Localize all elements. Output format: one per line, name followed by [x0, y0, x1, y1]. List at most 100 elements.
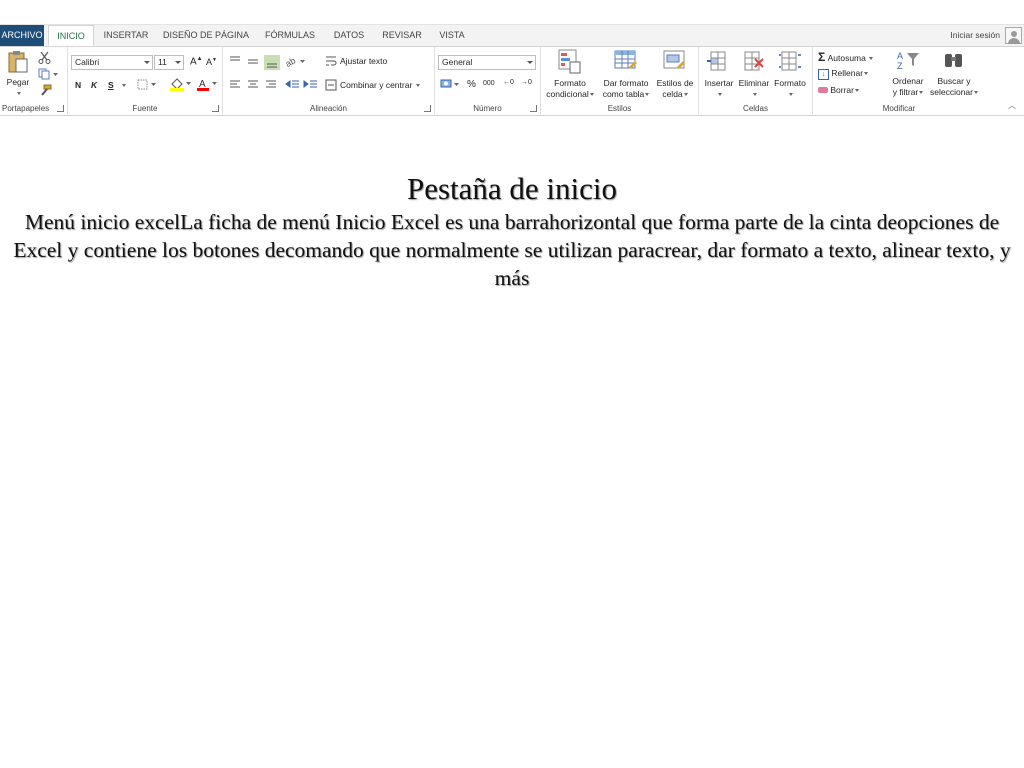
paste-label: Pegar [6, 77, 30, 87]
paste-button[interactable]: Pegar [3, 50, 33, 96]
chevron-down-icon [788, 93, 793, 97]
font-size-select[interactable]: 11 [154, 55, 184, 70]
currency-icon[interactable] [440, 78, 460, 90]
chevron-down-icon [864, 72, 869, 76]
sort-filter-button[interactable]: AZ Ordenar y filtrar [887, 49, 929, 98]
fill-label: Rellenar [831, 68, 864, 78]
group-label-cells: Celdas [743, 104, 768, 113]
fill-button[interactable]: ↓ Rellenar [818, 68, 869, 80]
chevron-down-icon [683, 93, 688, 97]
tab-archivo[interactable]: ARCHIVO [0, 25, 44, 46]
chevron-down-icon [589, 93, 594, 97]
group-label-font: Fuente [132, 104, 158, 113]
sort-filter-label-2: y filtrar [892, 87, 919, 97]
chevron-down-icon [869, 57, 874, 61]
alignment-launcher-icon[interactable] [424, 105, 431, 112]
grow-font-icon[interactable]: A▲ [190, 56, 203, 67]
sort-filter-label-1: Ordenar [892, 76, 924, 86]
ribbon: ARCHIVO INICIO INSERTAR DISEÑO DE PÁGINA… [0, 24, 1024, 116]
orientation-icon[interactable]: ab [286, 55, 306, 67]
find-select-label-2: seleccionar [930, 87, 973, 97]
slide-content: Pestaña de inicio Menú inicio excelLa fi… [0, 170, 1024, 292]
group-font: Calibri 11 A▲ A▼ N K S A Fuente [68, 47, 223, 114]
chevron-down-icon [175, 61, 181, 64]
chevron-down-icon [415, 84, 420, 88]
group-clipboard: Pegar Portapapeles [0, 47, 68, 114]
sign-in-link[interactable]: Iniciar sesión [950, 25, 1000, 46]
shrink-font-icon[interactable]: A▼ [206, 57, 217, 67]
user-avatar-icon[interactable] [1005, 27, 1022, 44]
chevron-down-icon [855, 89, 859, 93]
format-cells-button[interactable]: Formato [772, 49, 808, 100]
tab-formulas[interactable]: FÓRMULAS [258, 25, 322, 46]
number-format-select[interactable]: General [438, 55, 536, 70]
conditional-format-icon [558, 49, 581, 74]
merge-center-icon [325, 79, 337, 91]
group-label-alignment: Alineación [310, 104, 347, 113]
bold-button[interactable]: N [75, 80, 81, 90]
sigma-icon: Σ [818, 50, 826, 64]
chevron-down-icon [645, 93, 650, 97]
underline-button[interactable]: S [108, 80, 114, 90]
percent-button[interactable]: % [467, 79, 476, 90]
conditional-format-label-1: Formato [554, 78, 586, 88]
group-cells: Insertar Eliminar Formato Celdas [699, 47, 813, 114]
autosum-button[interactable]: Σ Autosuma [818, 50, 874, 64]
chevron-down-icon [144, 61, 150, 64]
fill-down-icon: ↓ [818, 69, 829, 80]
thousands-button[interactable]: 000 [483, 80, 495, 87]
borders-icon[interactable] [137, 79, 157, 90]
font-color-icon[interactable]: A [196, 77, 218, 91]
tab-revisar[interactable]: REVISAR [378, 25, 426, 46]
tab-inicio[interactable]: INICIO [48, 25, 94, 46]
font-name-value: Calibri [75, 57, 100, 67]
format-as-table-button[interactable]: Dar formato como tabla [599, 49, 653, 100]
number-launcher-icon[interactable] [530, 105, 537, 112]
insert-cells-button[interactable]: Insertar [701, 49, 737, 100]
delete-cells-button[interactable]: Eliminar [736, 49, 772, 100]
chevron-down-icon[interactable] [122, 84, 126, 87]
merge-center-button[interactable]: Combinar y centrar [340, 80, 420, 90]
group-number: General % 000 ←0 →0 Número [435, 47, 541, 114]
tab-insertar[interactable]: INSERTAR [98, 25, 154, 46]
cell-styles-label-1: Estilos de [656, 78, 694, 88]
font-name-select[interactable]: Calibri [71, 55, 153, 70]
format-as-table-label-2: como tabla [602, 89, 645, 99]
wrap-text-button[interactable]: Ajustar texto [340, 56, 387, 66]
cell-styles-button[interactable]: Estilos de celda [653, 49, 697, 100]
clear-button[interactable]: Borrar [818, 85, 859, 95]
font-launcher-icon[interactable] [212, 105, 219, 112]
delete-cells-label: Eliminar [738, 78, 770, 88]
decrease-decimal-icon[interactable]: →0 [521, 79, 532, 86]
vertical-align-icon[interactable] [228, 54, 282, 70]
tab-datos[interactable]: DATOS [326, 25, 372, 46]
group-alignment: ab Ajustar texto Combinar y centrar Alin… [223, 47, 435, 114]
tab-vista[interactable]: VISTA [430, 25, 474, 46]
indent-icon[interactable] [285, 79, 319, 91]
slide-body: Menú inicio excelLa ficha de menú Inicio… [13, 210, 1011, 290]
fill-color-icon[interactable] [169, 77, 191, 91]
wrap-text-icon [326, 56, 337, 66]
svg-text:Z: Z [897, 61, 903, 71]
clear-label: Borrar [830, 85, 854, 95]
format-cells-icon [779, 51, 801, 71]
format-painter-icon[interactable] [38, 84, 52, 96]
sort-filter-icon: AZ [897, 51, 919, 71]
italic-button[interactable]: K [91, 80, 97, 90]
format-as-table-label-1: Dar formato [603, 78, 649, 88]
collapse-ribbon-icon[interactable]: ︿ [1008, 100, 1016, 111]
cut-icon[interactable] [38, 51, 51, 64]
copy-icon[interactable] [38, 68, 58, 80]
find-select-button[interactable]: Buscar y seleccionar [929, 49, 979, 98]
find-select-label-1: Buscar y [937, 76, 971, 86]
conditional-format-label-2: condicional [546, 89, 589, 99]
conditional-format-button[interactable]: Formato condicional [543, 49, 597, 100]
horizontal-align-icon[interactable] [228, 79, 282, 91]
svg-text:ab: ab [286, 55, 297, 67]
tab-diseno-de-pagina[interactable]: DISEÑO DE PÁGINA [158, 25, 254, 46]
clipboard-launcher-icon[interactable] [57, 105, 64, 112]
chevron-down-icon [974, 91, 978, 95]
group-label-number: Número [473, 104, 502, 113]
cell-styles-icon [663, 50, 685, 69]
increase-decimal-icon[interactable]: ←0 [503, 79, 514, 86]
